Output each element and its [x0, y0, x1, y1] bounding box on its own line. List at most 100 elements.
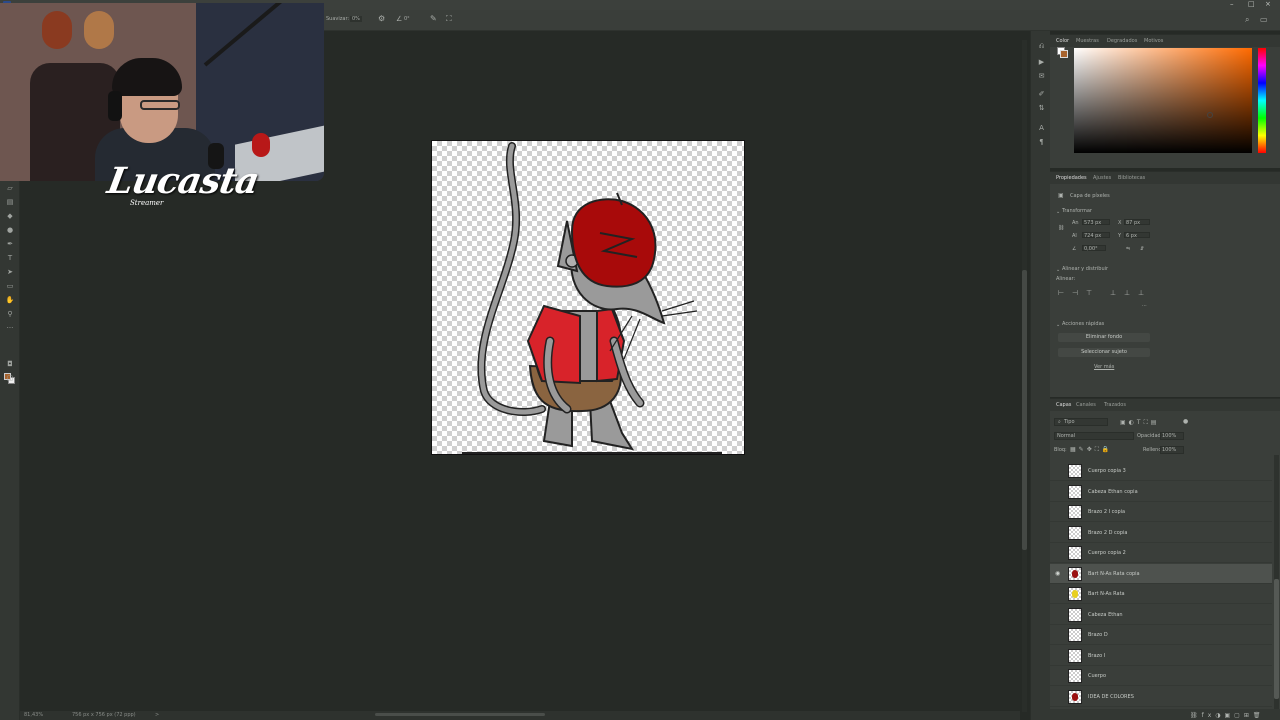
- eye-hidden-icon[interactable]: [1055, 489, 1061, 494]
- layer-row[interactable]: IDEA DE COLORES: [1050, 687, 1272, 707]
- tab-channels[interactable]: Canales: [1076, 402, 1096, 408]
- flip-vertical-icon[interactable]: ⇵: [1140, 246, 1144, 252]
- layer-row[interactable]: Cuerpo copia 2: [1050, 543, 1272, 563]
- history-panel-icon[interactable]: ⎌: [1037, 43, 1046, 50]
- more-options-icon[interactable]: ···: [1142, 303, 1147, 309]
- tab-properties[interactable]: Propiedades: [1056, 175, 1087, 181]
- layer-row[interactable]: ◉ Bart N-As Rata copia: [1050, 563, 1272, 584]
- tab-swatches[interactable]: Muestras: [1076, 38, 1099, 44]
- eye-hidden-icon[interactable]: [1055, 591, 1061, 596]
- blur-tool-icon[interactable]: ◆: [5, 213, 15, 220]
- foreground-color-chip[interactable]: [1060, 50, 1068, 58]
- settings-gear-icon[interactable]: ⚙: [378, 14, 385, 23]
- search-icon[interactable]: ⌕: [1245, 15, 1249, 25]
- comments-panel-icon[interactable]: ✉: [1037, 73, 1046, 80]
- layer-row[interactable]: Brazo I: [1050, 646, 1272, 666]
- canvas-horizontal-scrollbar[interactable]: [375, 713, 545, 716]
- quick-actions-title[interactable]: Acciones rápidas: [1062, 321, 1104, 327]
- color-panel: Color Muestras Degradados Motivos: [1050, 34, 1280, 168]
- layer-row[interactable]: Cabeza Ethan: [1050, 605, 1272, 625]
- eye-hidden-icon[interactable]: [1055, 653, 1061, 658]
- eye-visible-icon[interactable]: ◉: [1055, 570, 1061, 576]
- layer-row[interactable]: Brazo D: [1050, 625, 1272, 645]
- eye-hidden-icon[interactable]: [1055, 694, 1061, 699]
- tab-libraries[interactable]: Bibliotecas: [1118, 175, 1145, 181]
- brush-settings-icon[interactable]: ✐: [1037, 91, 1046, 98]
- align-top-icon[interactable]: ⊥: [1110, 289, 1116, 297]
- section-toggle-icon[interactable]: ⌄: [1056, 267, 1060, 273]
- eraser-tool-icon[interactable]: ▱: [5, 185, 15, 192]
- eye-hidden-icon[interactable]: [1055, 632, 1061, 637]
- layer-row[interactable]: Cabeza Ethan copia: [1050, 482, 1272, 502]
- align-bottom-icon[interactable]: ⊥: [1138, 289, 1144, 297]
- tab-gradients[interactable]: Degradados: [1107, 38, 1137, 44]
- eye-hidden-icon[interactable]: [1055, 509, 1061, 514]
- dodge-tool-icon[interactable]: ●: [5, 227, 15, 234]
- paragraph-panel-icon[interactable]: ¶: [1037, 139, 1046, 146]
- color-saturation-field[interactable]: [1074, 48, 1252, 153]
- zoom-tool-icon[interactable]: ⚲: [5, 311, 15, 318]
- quick-mask-icon[interactable]: ◘: [5, 361, 15, 368]
- lock-icons[interactable]: ▦✎✥⛶🔒: [1070, 446, 1112, 454]
- eye-hidden-icon[interactable]: [1055, 530, 1061, 535]
- pen-tool-icon[interactable]: ✒: [5, 241, 15, 248]
- filter-toggle-icon[interactable]: ●: [1183, 418, 1188, 425]
- close-button[interactable]: ×: [1265, 0, 1271, 8]
- link-icon[interactable]: ⛓: [1058, 225, 1064, 231]
- gradient-tool-icon[interactable]: ▤: [5, 199, 15, 206]
- layers-scroll-thumb[interactable]: [1274, 579, 1279, 699]
- layer-thumbnail: [1068, 587, 1082, 601]
- shape-tool-icon[interactable]: ▭: [5, 283, 15, 290]
- transform-section-title[interactable]: Transformar: [1062, 208, 1092, 214]
- layer-filter-select[interactable]: [1054, 418, 1108, 426]
- layer-row[interactable]: Cuerpo: [1050, 666, 1272, 686]
- pressure-pen-icon[interactable]: ✎: [430, 14, 437, 23]
- status-menu-arrow-icon[interactable]: >: [155, 712, 159, 718]
- layer-row[interactable]: Cuerpo copia 3: [1050, 461, 1272, 481]
- screen-mode-icon[interactable]: ▢: [5, 375, 15, 382]
- layer-row[interactable]: Brazo 2 D copia: [1050, 523, 1272, 543]
- eye-hidden-icon[interactable]: [1055, 612, 1061, 617]
- hue-slider[interactable]: [1258, 48, 1266, 153]
- align-right-icon[interactable]: ⊤: [1086, 289, 1092, 297]
- zoom-level[interactable]: 81,43%: [24, 712, 43, 718]
- color-picker-cursor[interactable]: [1207, 112, 1213, 118]
- layer-row[interactable]: Bart N-As Rata: [1050, 584, 1272, 604]
- angle-field[interactable]: 0°: [404, 16, 410, 22]
- actions-panel-icon[interactable]: ▶: [1037, 59, 1046, 66]
- tab-layers[interactable]: Capas: [1056, 402, 1071, 408]
- eye-hidden-icon[interactable]: [1055, 673, 1061, 678]
- symmetry-icon[interactable]: ⛶: [446, 14, 452, 24]
- workspace-icon[interactable]: ▭: [1260, 15, 1268, 24]
- eye-hidden-icon[interactable]: [1055, 550, 1061, 555]
- align-left-icon[interactable]: ⊢: [1058, 289, 1064, 297]
- adjust-panel-icon[interactable]: ⇅: [1037, 105, 1046, 112]
- minimize-button[interactable]: –: [1230, 0, 1234, 8]
- document-canvas[interactable]: [431, 140, 745, 455]
- tab-adjustments[interactable]: Ajustes: [1093, 175, 1111, 181]
- hand-tool-icon[interactable]: ✋: [5, 297, 15, 304]
- section-toggle-icon[interactable]: ⌄: [1056, 209, 1060, 215]
- more-tools-icon[interactable]: ···: [5, 325, 15, 332]
- see-more-link[interactable]: Ver más: [1094, 364, 1114, 370]
- character-panel-icon[interactable]: A: [1037, 125, 1046, 132]
- path-select-tool-icon[interactable]: ➤: [5, 269, 15, 276]
- smoothing-field[interactable]: 0%: [350, 16, 362, 22]
- section-toggle-icon[interactable]: ⌄: [1056, 322, 1060, 328]
- remove-background-button[interactable]: Eliminar fondo: [1058, 333, 1150, 342]
- filter-icons[interactable]: ▣◐T⛶▤: [1120, 419, 1159, 427]
- type-tool-icon[interactable]: T: [5, 255, 15, 262]
- select-subject-button[interactable]: Seleccionar sujeto: [1058, 348, 1150, 357]
- align-middle-icon[interactable]: ⊥: [1124, 289, 1130, 297]
- layer-row[interactable]: Brazo 2 I copia: [1050, 502, 1272, 522]
- align-center-icon[interactable]: ⊣: [1072, 289, 1078, 297]
- tab-patterns[interactable]: Motivos: [1144, 38, 1163, 44]
- tab-color[interactable]: Color: [1056, 38, 1069, 44]
- maximize-button[interactable]: □: [1248, 0, 1255, 8]
- flip-horizontal-icon[interactable]: ⇋: [1126, 246, 1130, 252]
- layer-actions-icons[interactable]: ⛓fx◑▣▢⊞🗑: [1190, 712, 1265, 719]
- tab-paths[interactable]: Trazados: [1104, 402, 1126, 408]
- eye-hidden-icon[interactable]: [1055, 468, 1061, 473]
- align-section-title[interactable]: Alinear y distribuir: [1062, 266, 1108, 272]
- canvas-vertical-scroll-thumb[interactable]: [1022, 270, 1027, 550]
